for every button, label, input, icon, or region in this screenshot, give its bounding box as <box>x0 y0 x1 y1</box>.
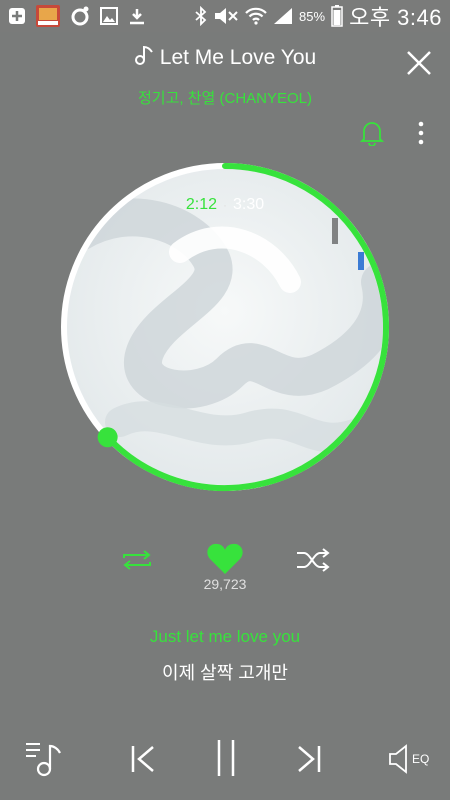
circle-app-icon <box>70 6 90 26</box>
speaker-icon <box>389 744 407 774</box>
battery-icon <box>331 5 343 27</box>
previous-icon <box>131 746 154 772</box>
like-button[interactable] <box>206 542 244 576</box>
playback-time: 2:12 · 3:30 <box>0 196 450 214</box>
add-icon <box>8 7 26 25</box>
next-button[interactable] <box>292 742 326 776</box>
progress-knob[interactable] <box>97 427 118 448</box>
elapsed-time: 2:12 <box>185 196 217 213</box>
song-title: Let Me Love You <box>159 46 317 69</box>
artist-name[interactable]: 정기고, 찬열 (CHANYEOL) <box>0 87 450 108</box>
more-vertical-icon <box>418 121 424 145</box>
signal-icon <box>273 7 293 25</box>
song-title-group: Let Me Love You <box>134 44 316 72</box>
image-icon <box>100 7 118 25</box>
total-time: 3:30 <box>233 196 265 213</box>
like-count: 29,723 <box>203 576 247 592</box>
secondary-controls <box>0 540 450 580</box>
close-icon <box>407 51 431 75</box>
repeat-button[interactable] <box>118 546 156 574</box>
now-playing-header: Let Me Love You <box>0 44 450 72</box>
time-separator: · <box>223 198 227 212</box>
bluetooth-icon <box>195 6 207 26</box>
download-icon <box>128 7 146 25</box>
battery-percent: 85% <box>299 8 326 24</box>
app-thumbnail-icon <box>36 5 60 27</box>
alarm-button[interactable] <box>359 120 385 147</box>
lyric-current-line[interactable]: Just let me love you <box>0 627 450 647</box>
lyric-next-line[interactable]: 이제 살짝 고개만 <box>0 659 450 685</box>
repeat-icon <box>123 550 151 570</box>
previous-button[interactable] <box>126 742 160 776</box>
bell-icon <box>359 122 385 147</box>
status-time: 오후 3:46 <box>349 5 442 30</box>
shuffle-button[interactable] <box>294 546 332 574</box>
pause-icon <box>217 740 235 776</box>
wifi-icon <box>245 7 267 25</box>
mute-icon <box>213 7 239 25</box>
playlist-button[interactable] <box>24 738 64 778</box>
more-options-button[interactable] <box>416 120 426 146</box>
music-note-icon <box>134 44 154 72</box>
next-icon <box>298 746 321 772</box>
playlist-icon <box>26 743 61 777</box>
eq-label: EQ <box>412 752 430 766</box>
status-bar: 85% 오후 3:46 <box>0 0 450 32</box>
shuffle-icon <box>297 548 330 572</box>
close-button[interactable] <box>404 48 434 78</box>
equalizer-button[interactable]: EQ <box>388 742 434 776</box>
playback-controls: EQ <box>0 730 450 790</box>
heart-icon <box>207 543 243 574</box>
pause-button[interactable] <box>210 738 242 778</box>
